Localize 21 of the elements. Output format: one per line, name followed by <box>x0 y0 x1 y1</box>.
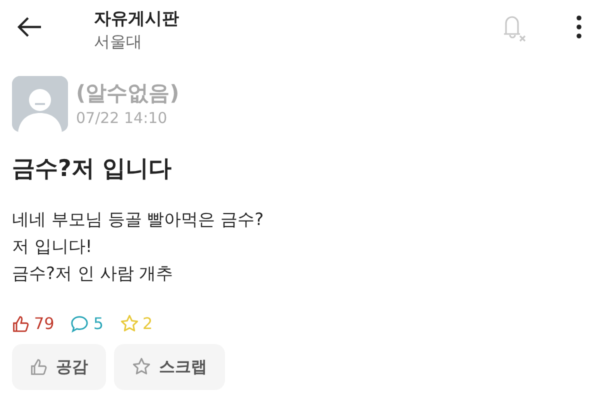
post-title: 금수?저 입니다 <box>12 155 172 184</box>
star-icon <box>132 357 151 376</box>
more-options-icon[interactable] <box>576 15 582 39</box>
like-button[interactable]: 공감 <box>12 344 106 390</box>
likes-count: 79 <box>34 312 54 334</box>
scrap-button[interactable]: 스크랩 <box>114 344 225 390</box>
board-title: 자유게시판 <box>94 8 179 30</box>
back-arrow-icon[interactable] <box>16 16 42 38</box>
body-line: 금수?저 인 사람 개추 <box>12 262 174 286</box>
thumbs-up-icon <box>30 358 48 376</box>
avatar-icon <box>12 76 68 132</box>
author-name: (알수없음) <box>76 80 180 107</box>
comments-count: 5 <box>93 312 104 334</box>
school-name: 서울대 <box>94 31 143 53</box>
thumbs-up-icon <box>12 314 30 332</box>
speech-bubble-icon <box>70 314 90 332</box>
post-time: 07/22 14:10 <box>76 108 168 129</box>
body-line: 네네 부모님 등골 빨아먹은 금수? <box>12 208 265 232</box>
body-line: 저 입니다! <box>12 236 94 258</box>
star-icon <box>120 314 139 333</box>
scraps-count: 2 <box>142 312 153 334</box>
